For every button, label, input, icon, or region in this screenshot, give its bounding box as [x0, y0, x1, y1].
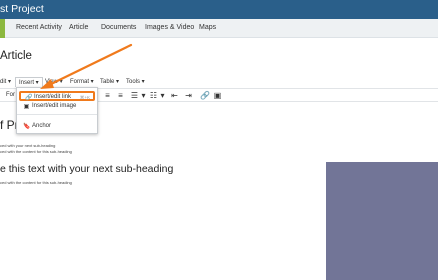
- menu-tools[interactable]: Tools ▾: [126, 78, 145, 85]
- shortcut-hint: ⌘+K: [79, 95, 90, 100]
- bookmark-icon: 🔖: [23, 124, 31, 130]
- nav-item-documents[interactable]: Documents: [101, 24, 136, 31]
- editor-line-1[interactable]: ced with your next sub-heading: [0, 143, 55, 148]
- editor-heading-2[interactable]: e this text with your next sub-heading: [0, 163, 173, 175]
- outdent-icon[interactable]: ⇤: [170, 91, 179, 100]
- project-title: st Project: [0, 3, 44, 15]
- nav-bar: Recent Activity Article Documents Images…: [0, 19, 438, 38]
- nav-accent: [0, 19, 5, 38]
- insert-dropdown-menu: 🔗 Insert/edit link ⌘+K ▣ Insert/edit ima…: [16, 87, 98, 134]
- link-icon: 🔗: [25, 95, 33, 101]
- menu-insert[interactable]: Insert ▾: [15, 77, 43, 87]
- editor-menubar: dit ▾ Insert ▾ View ▾ Format ▾ Table ▾ T…: [0, 77, 438, 87]
- format-select[interactable]: For: [6, 92, 15, 98]
- menu-view[interactable]: View ▾: [45, 78, 63, 85]
- menu-item-insert-edit-link[interactable]: 🔗 Insert/edit link ⌘+K: [19, 91, 95, 101]
- image-icon: ▣: [23, 104, 30, 110]
- editor-line-3[interactable]: ced with the content for this sub-headin…: [0, 180, 72, 185]
- align-justify-icon[interactable]: ≡: [116, 91, 125, 100]
- image-icon[interactable]: ▣: [213, 91, 222, 100]
- nav-item-article[interactable]: Article: [69, 24, 88, 31]
- nav-item-images-video[interactable]: Images & Video: [145, 24, 194, 31]
- link-icon[interactable]: 🔗: [200, 91, 210, 100]
- menu-item-label: Anchor: [32, 123, 52, 129]
- menu-format[interactable]: Format ▾: [70, 78, 94, 85]
- menu-edit[interactable]: dit ▾: [0, 78, 11, 85]
- numbered-list-icon[interactable]: ☷: [149, 91, 158, 100]
- menu-table[interactable]: Table ▾: [100, 78, 119, 85]
- menu-item-anchor[interactable]: 🔖 Anchor: [19, 122, 95, 132]
- nav-item-recent-activity[interactable]: Recent Activity: [16, 24, 62, 31]
- image-placeholder[interactable]: [326, 162, 438, 280]
- menu-item-insert-edit-image[interactable]: ▣ Insert/edit image: [19, 102, 95, 112]
- bullet-list-dropdown-icon[interactable]: ▾: [139, 91, 148, 100]
- menu-item-label: Insert/edit link: [34, 94, 72, 100]
- menu-item-label: Insert/edit image: [32, 103, 77, 109]
- page-title: Article: [0, 50, 32, 62]
- numbered-list-dropdown-icon[interactable]: ▾: [158, 91, 167, 100]
- nav-item-maps[interactable]: Maps: [199, 24, 216, 31]
- indent-icon[interactable]: ⇥: [184, 91, 193, 100]
- app-header: st Project: [0, 0, 438, 19]
- menu-divider: [17, 114, 97, 115]
- editor-line-2[interactable]: ced with the content for this sub-headin…: [0, 149, 72, 154]
- align-center-icon[interactable]: ≡: [103, 91, 112, 100]
- bullet-list-icon[interactable]: ☰: [130, 91, 139, 100]
